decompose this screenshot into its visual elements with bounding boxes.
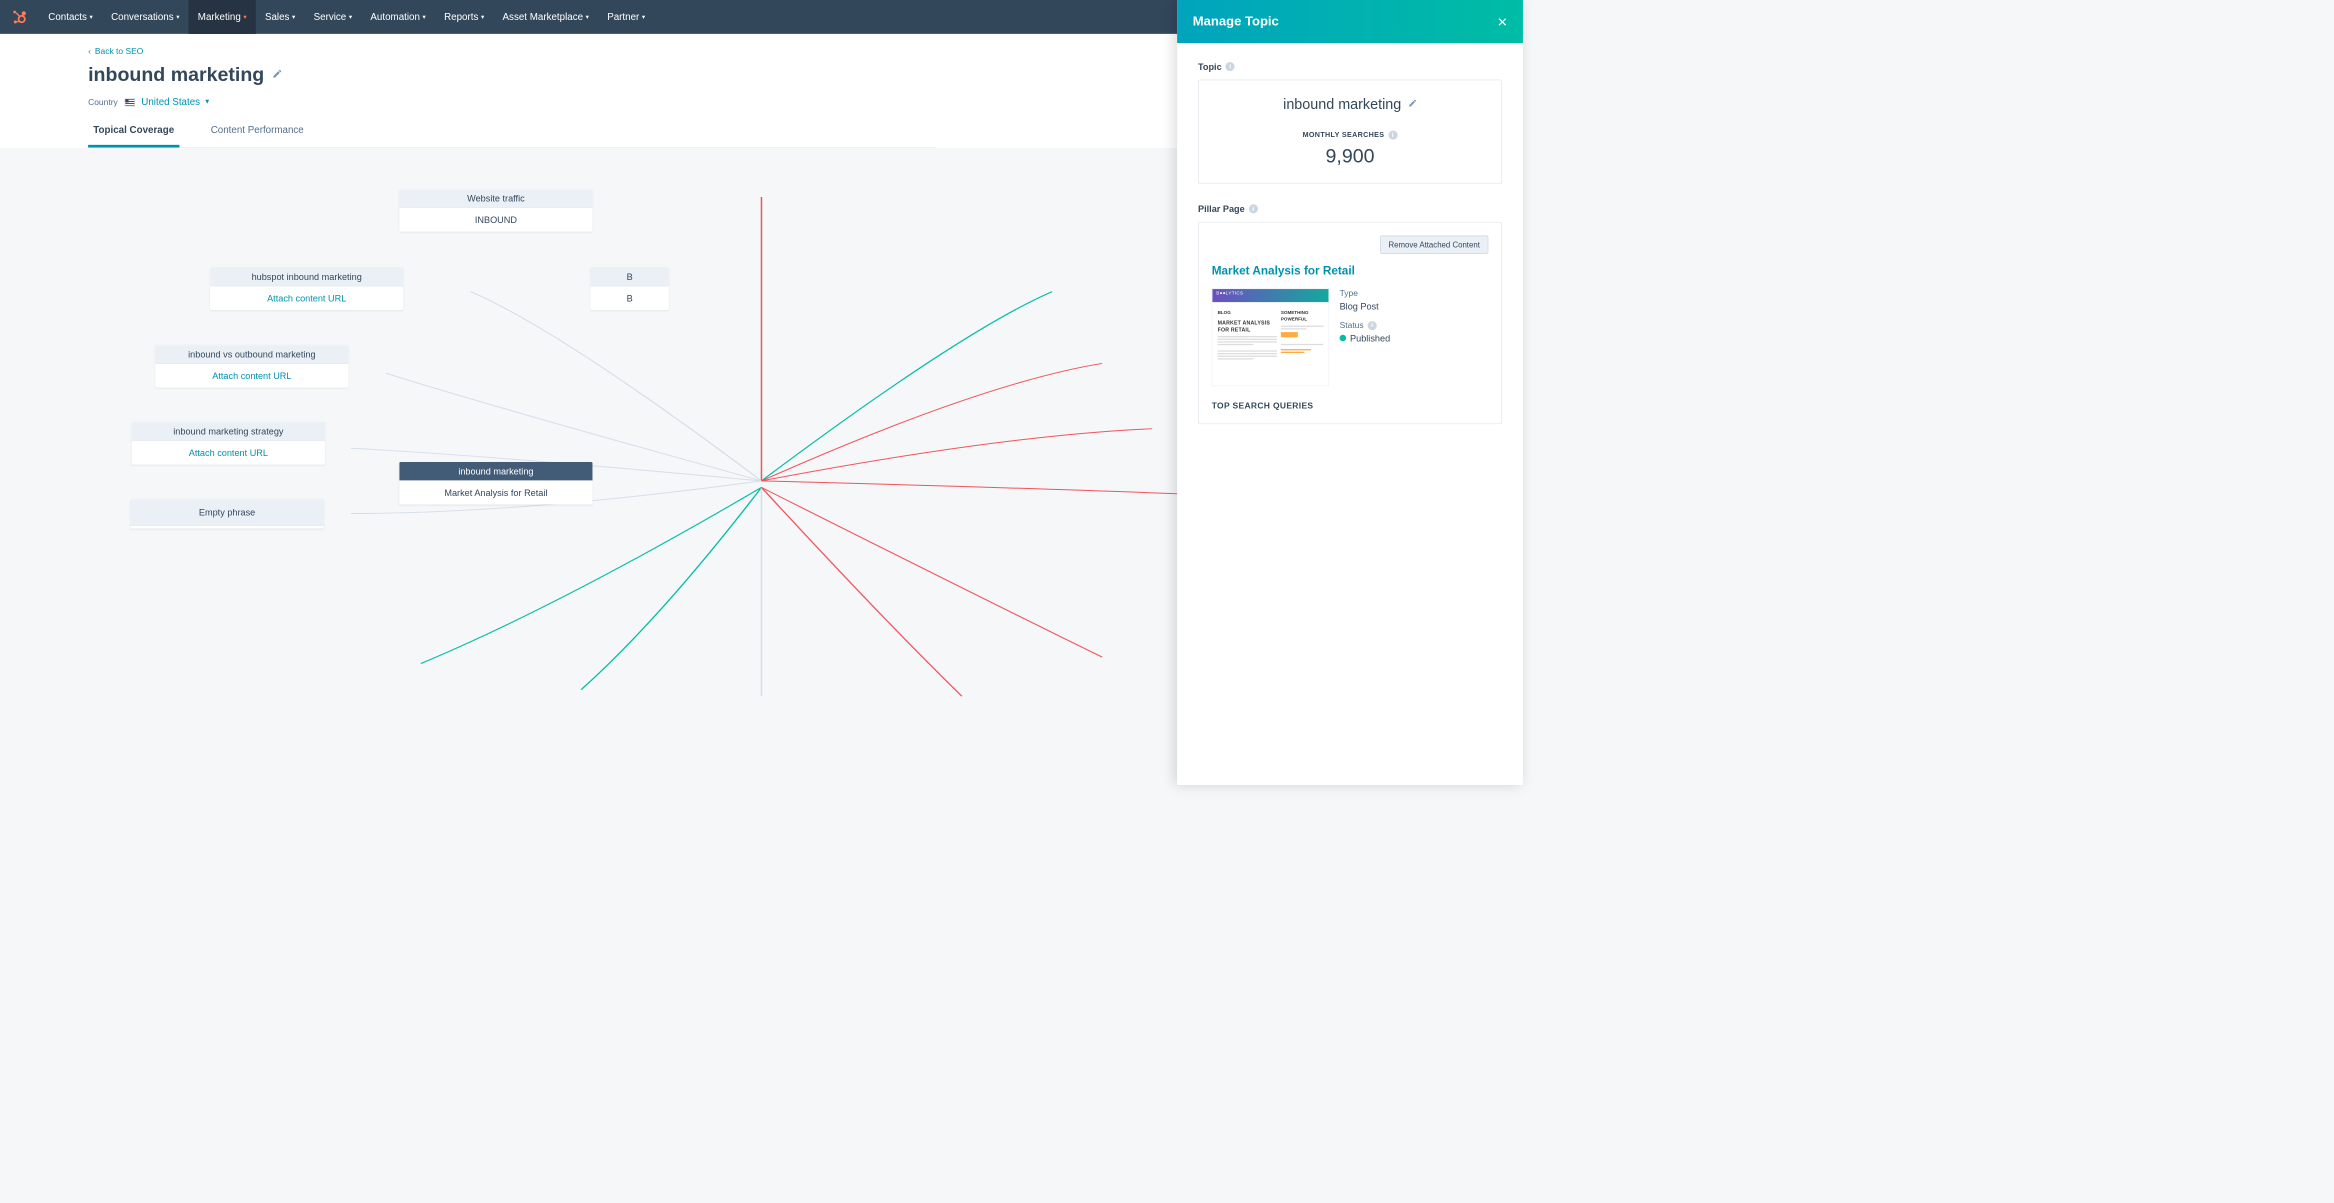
node-body: B bbox=[591, 286, 669, 309]
node-body: INBOUND bbox=[399, 208, 592, 231]
preview-text: SOMETHING POWERFUL bbox=[1281, 310, 1323, 323]
pillar-card: Remove Attached Content Market Analysis … bbox=[1198, 222, 1502, 424]
back-link-label: Back to SEO bbox=[95, 46, 144, 56]
nav-item-sales[interactable]: Sales▾ bbox=[256, 0, 305, 34]
node-label: Empty phrase bbox=[131, 499, 324, 526]
pillar-section-label: Pillar Page bbox=[1198, 204, 1245, 214]
type-label: Type bbox=[1340, 288, 1489, 298]
nav-item-label: Sales bbox=[265, 11, 289, 22]
pencil-icon bbox=[1408, 98, 1417, 107]
panel-title: Manage Topic bbox=[1193, 14, 1279, 29]
nav-item-label: Conversations bbox=[111, 11, 174, 22]
node-body: Market Analysis for Retail bbox=[399, 481, 592, 504]
close-icon: × bbox=[1497, 12, 1507, 32]
chevron-left-icon: ‹ bbox=[88, 46, 91, 56]
node-label: inbound vs outbound marketing bbox=[155, 345, 348, 364]
subtopic-node[interactable]: Website traffic INBOUND bbox=[399, 189, 592, 231]
nav-item-conversations[interactable]: Conversations▾ bbox=[102, 0, 189, 34]
status-label: Status bbox=[1340, 320, 1364, 330]
status-indicator-icon bbox=[1340, 335, 1347, 342]
nav-item-asset-marketplace[interactable]: Asset Marketplace▾ bbox=[493, 0, 598, 34]
nav-item-reports[interactable]: Reports▾ bbox=[435, 0, 493, 34]
nav-item-contacts[interactable]: Contacts▾ bbox=[39, 0, 102, 34]
edit-title-button[interactable] bbox=[272, 68, 282, 82]
chevron-down-icon: ▼ bbox=[204, 99, 210, 106]
center-topic-node[interactable]: inbound marketing Market Analysis for Re… bbox=[399, 462, 592, 504]
nav-item-label: Reports bbox=[444, 11, 478, 22]
tab-content-performance[interactable]: Content Performance bbox=[205, 125, 308, 148]
topic-card: inbound marketing MONTHLY SEARCHES i 9,9… bbox=[1198, 80, 1502, 184]
nav-item-service[interactable]: Service▾ bbox=[304, 0, 361, 34]
topic-name: inbound marketing bbox=[1283, 96, 1401, 113]
node-label: hubspot inbound marketing bbox=[210, 268, 403, 287]
country-value: United States bbox=[141, 97, 200, 108]
nav-item-label: Contacts bbox=[48, 11, 87, 22]
node-label: inbound marketing bbox=[399, 462, 592, 481]
monthly-searches-label: MONTHLY SEARCHES bbox=[1303, 131, 1385, 139]
top-search-queries-label: TOP SEARCH QUERIES bbox=[1212, 401, 1489, 411]
chevron-down-icon: ▾ bbox=[176, 13, 179, 20]
attach-url-link[interactable]: Attach content URL bbox=[155, 364, 348, 387]
close-button[interactable]: × bbox=[1497, 13, 1507, 30]
subtopic-node[interactable]: Empty phrase bbox=[131, 499, 324, 528]
hubspot-logo-icon[interactable] bbox=[10, 8, 28, 26]
chevron-down-icon: ▾ bbox=[292, 13, 295, 20]
info-icon[interactable]: i bbox=[1368, 321, 1377, 330]
nav-item-label: Partner bbox=[607, 11, 639, 22]
attach-url-link[interactable]: Attach content URL bbox=[132, 441, 325, 464]
chevron-down-icon: ▾ bbox=[481, 13, 484, 20]
chevron-down-icon: ▾ bbox=[349, 13, 352, 20]
subtopic-node[interactable]: inbound marketing strategy Attach conten… bbox=[132, 422, 325, 464]
info-icon[interactable]: i bbox=[1388, 131, 1397, 140]
us-flag-icon bbox=[124, 98, 134, 106]
subtopic-node[interactable]: inbound vs outbound marketing Attach con… bbox=[155, 345, 348, 387]
attach-url-link[interactable]: Attach content URL bbox=[210, 286, 403, 309]
subtopic-node[interactable]: B B bbox=[591, 268, 669, 310]
tab-topical-coverage[interactable]: Topical Coverage bbox=[88, 125, 179, 148]
chevron-down-icon: ▾ bbox=[243, 13, 246, 20]
subtopic-node[interactable]: hubspot inbound marketing Attach content… bbox=[210, 268, 403, 310]
type-value: Blog Post bbox=[1340, 301, 1489, 311]
nav-item-partner[interactable]: Partner▾ bbox=[598, 0, 654, 34]
tabs: Topical Coverage Content Performance bbox=[88, 125, 936, 148]
monthly-searches-value: 9,900 bbox=[1214, 146, 1485, 168]
node-label: B bbox=[591, 268, 669, 287]
page-title: inbound marketing bbox=[88, 64, 264, 86]
back-link[interactable]: ‹ Back to SEO bbox=[88, 46, 143, 56]
chevron-down-icon: ▾ bbox=[423, 13, 426, 20]
chevron-down-icon: ▾ bbox=[586, 13, 589, 20]
info-icon[interactable]: i bbox=[1226, 62, 1235, 71]
pencil-icon bbox=[272, 68, 282, 78]
chevron-down-icon: ▾ bbox=[642, 13, 645, 20]
edit-topic-button[interactable] bbox=[1408, 98, 1417, 110]
status-value: Published bbox=[1350, 333, 1390, 343]
remove-attached-button[interactable]: Remove Attached Content bbox=[1380, 236, 1488, 254]
preview-text: MARKET ANALYSIS FOR RETAIL bbox=[1218, 319, 1277, 334]
node-label: Website traffic bbox=[399, 189, 592, 208]
page-preview-thumbnail[interactable]: BLOG MARKET ANALYSIS FOR RETAIL bbox=[1212, 288, 1329, 386]
topic-section-label: Topic bbox=[1198, 61, 1222, 71]
manage-topic-panel: Manage Topic × Topic i inbound marketing… bbox=[1177, 0, 1523, 785]
nav-item-label: Automation bbox=[370, 11, 420, 22]
nav-item-automation[interactable]: Automation▾ bbox=[361, 0, 435, 34]
pillar-page-link[interactable]: Market Analysis for Retail bbox=[1212, 264, 1489, 278]
nav-item-label: Marketing bbox=[198, 11, 241, 22]
node-label: inbound marketing strategy bbox=[132, 422, 325, 441]
country-label: Country bbox=[88, 97, 118, 107]
country-select[interactable]: United States ▼ bbox=[141, 97, 210, 108]
preview-text: BLOG bbox=[1218, 310, 1277, 316]
nav-item-label: Asset Marketplace bbox=[503, 11, 584, 22]
info-icon[interactable]: i bbox=[1249, 204, 1258, 213]
nav-item-label: Service bbox=[314, 11, 347, 22]
chevron-down-icon: ▾ bbox=[90, 13, 93, 20]
nav-item-marketing[interactable]: Marketing▾ bbox=[189, 0, 256, 34]
